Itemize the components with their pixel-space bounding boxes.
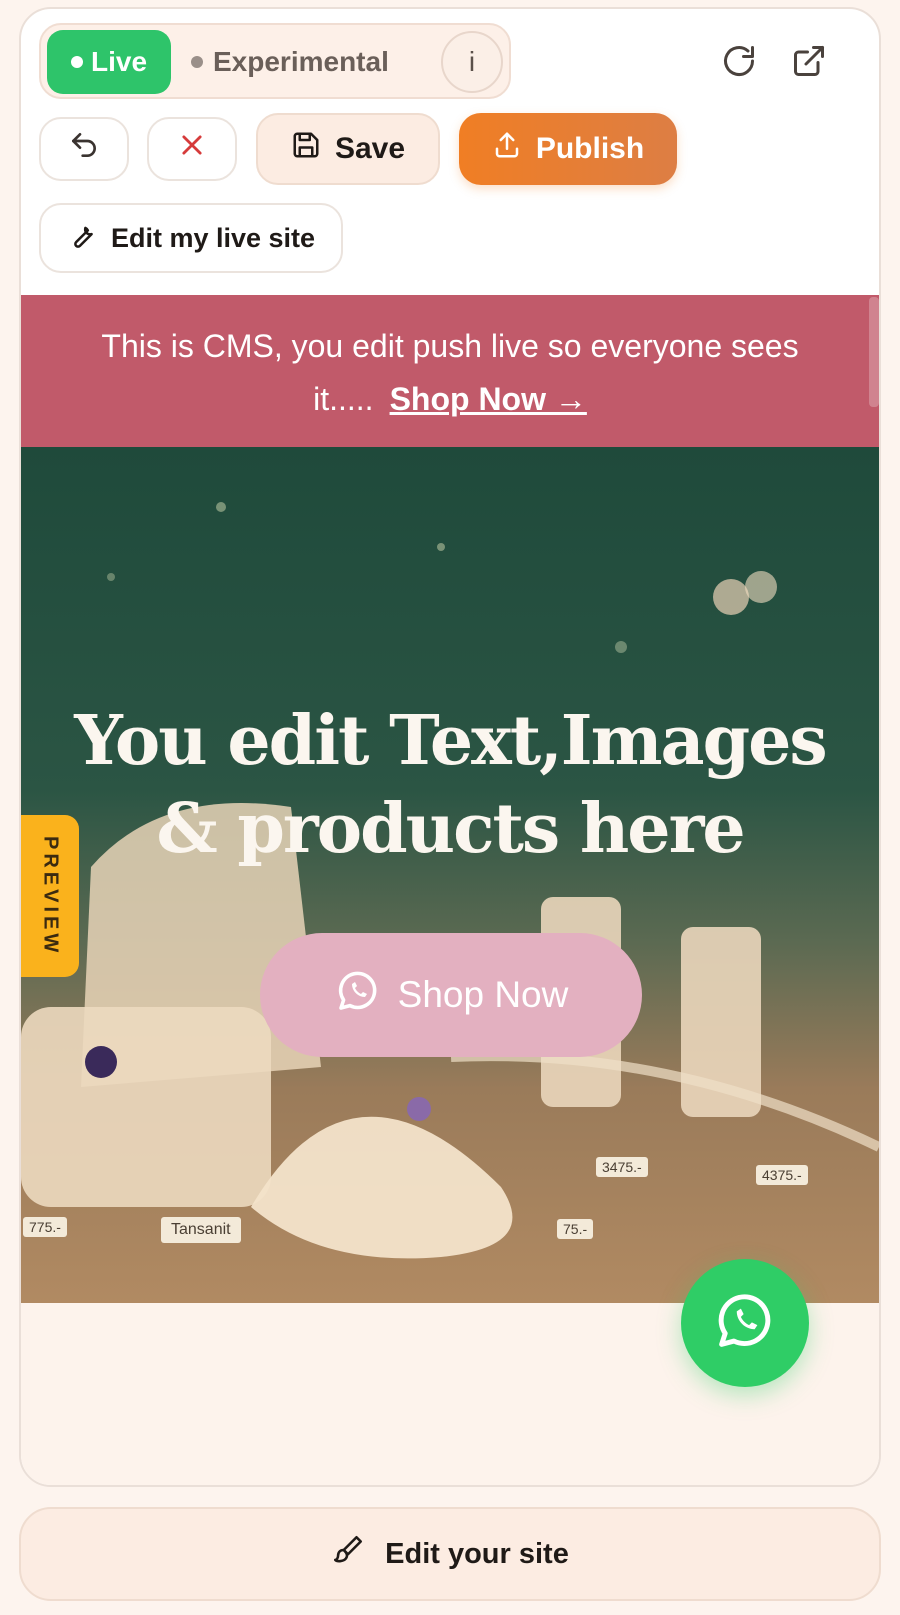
whatsapp-icon xyxy=(712,1288,778,1359)
hero-title: You edit Text,Images & products here xyxy=(21,697,879,873)
price-tag: 775.- xyxy=(23,1217,67,1237)
refresh-icon[interactable] xyxy=(719,41,759,81)
experimental-mode-button[interactable]: Experimental xyxy=(191,30,431,94)
whatsapp-chat-button[interactable] xyxy=(681,1259,809,1387)
info-label: i xyxy=(468,46,476,77)
save-button[interactable]: Save xyxy=(256,113,440,185)
publish-button[interactable]: Publish xyxy=(459,113,677,185)
site-preview: This is CMS, you edit push live so every… xyxy=(21,295,879,1485)
banner-shop-now-link[interactable]: Shop Now → xyxy=(390,381,587,417)
price-tag: 75.- xyxy=(557,1219,594,1239)
experimental-dot xyxy=(191,56,203,68)
whatsapp-icon xyxy=(334,967,382,1024)
save-icon xyxy=(291,130,321,168)
editor-card: Live Experimental i Save Publish Edit my… xyxy=(19,7,881,1487)
hero-cta-label: Shop Now xyxy=(397,974,569,1015)
edit-live-site-label: Edit my live site xyxy=(110,222,316,253)
info-button[interactable]: i xyxy=(441,31,503,93)
wrench-icon xyxy=(67,220,97,257)
edit-your-site-button[interactable]: Edit your site xyxy=(19,1507,881,1601)
preview-side-tab[interactable]: PREVIEW xyxy=(21,815,79,977)
external-link-icon[interactable] xyxy=(789,41,829,81)
product-tag: Tansanit xyxy=(161,1217,241,1243)
undo-button[interactable] xyxy=(39,117,129,181)
live-mode-button[interactable]: Live xyxy=(47,30,171,94)
preview-tab-label: PREVIEW xyxy=(39,835,62,957)
edit-live-site-button[interactable]: Edit my live site xyxy=(39,203,343,273)
live-dot xyxy=(70,56,83,68)
experimental-label: Experimental xyxy=(213,46,389,77)
close-icon xyxy=(178,131,206,167)
price-tag: 4375.- xyxy=(756,1165,808,1185)
save-label: Save xyxy=(334,132,406,165)
scrollbar-thumb[interactable] xyxy=(869,297,879,407)
brush-icon xyxy=(331,1533,365,1575)
publish-label: Publish xyxy=(535,132,645,165)
hero-section: Tansanit 3475.- 4375.- 775.- 75.- You ed… xyxy=(21,447,879,1303)
hero-title-line-1: You edit Text,Images xyxy=(74,701,827,781)
announcement-banner: This is CMS, you edit push live so every… xyxy=(21,295,879,447)
mode-switcher: Live Experimental i xyxy=(39,23,511,99)
discard-button[interactable] xyxy=(147,117,237,181)
hero-background-image xyxy=(21,502,879,1259)
live-label: Live xyxy=(90,46,148,77)
hero-title-line-2: & products here xyxy=(156,789,745,869)
price-tag: 3475.- xyxy=(596,1157,648,1177)
edit-your-site-label: Edit your site xyxy=(385,1537,569,1570)
upload-icon xyxy=(492,130,522,168)
hero-shop-now-button[interactable]: Shop Now xyxy=(260,933,642,1057)
undo-icon xyxy=(68,129,100,169)
